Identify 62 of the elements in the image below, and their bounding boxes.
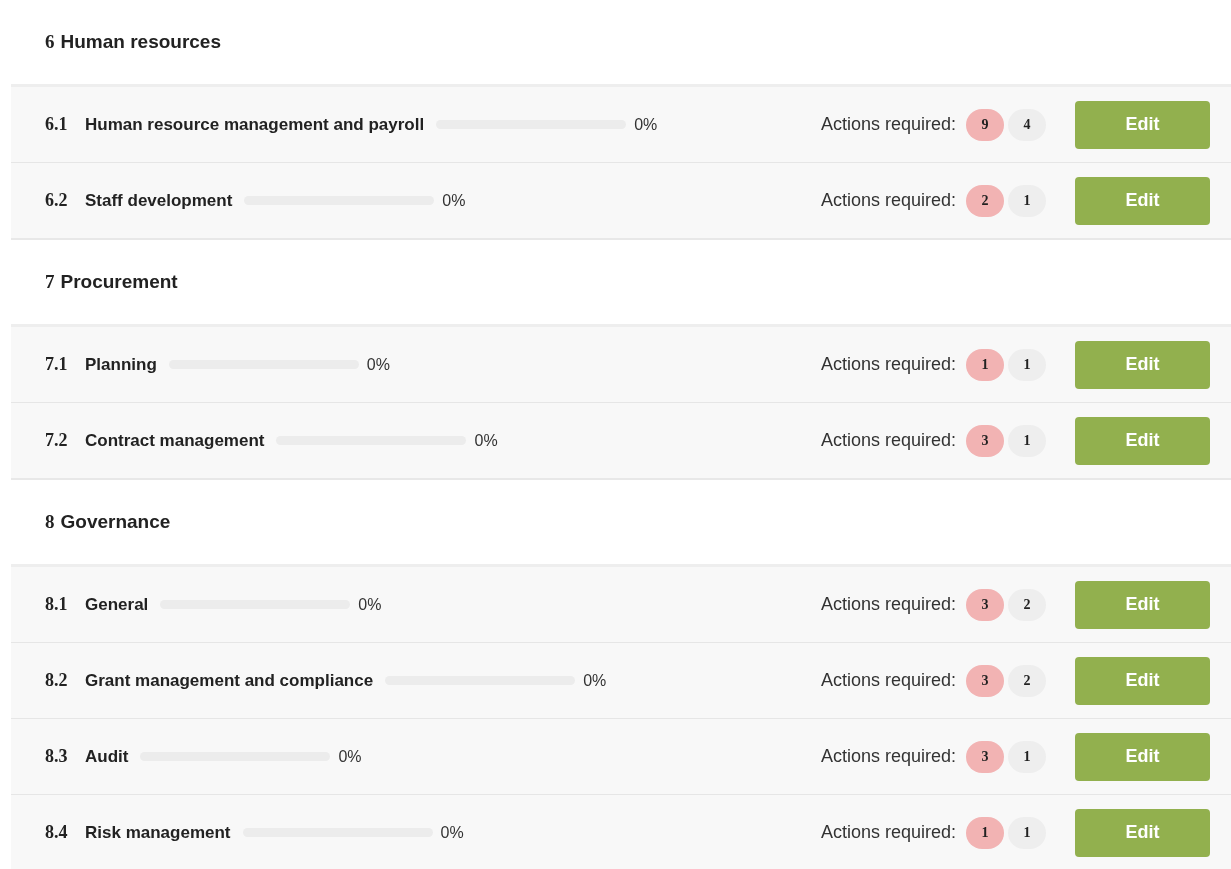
count-badge: 3 <box>966 424 1004 457</box>
item-title: Human resource management and payroll <box>85 114 425 135</box>
item-number: 8.1 <box>45 594 69 615</box>
item-title: Staff development <box>85 190 233 211</box>
section-number: 8 <box>45 511 55 533</box>
progress-percent: 0% <box>440 823 464 842</box>
actions-label: Actions required: <box>820 746 956 767</box>
actions-label: Actions required: <box>820 594 956 615</box>
progress-percent: 0% <box>442 191 466 210</box>
actions-label: Actions required: <box>820 822 956 843</box>
item-title: Planning <box>85 354 157 375</box>
count-badge: 3 <box>966 588 1004 621</box>
actions-label: Actions required: <box>820 190 956 211</box>
item-number: 7.2 <box>45 430 69 451</box>
actions-label: Actions required: <box>820 670 956 691</box>
section-title: Human resources <box>60 31 221 53</box>
actions-label: Actions required: <box>820 354 956 375</box>
section-number: 7 <box>45 271 55 293</box>
actions-label: Actions required: <box>820 430 956 451</box>
count-badge: 9 <box>966 108 1004 141</box>
count-badge: 1 <box>1008 816 1046 849</box>
item-number: 8.2 <box>45 670 69 691</box>
section-title: Governance <box>60 511 171 533</box>
count-badge: 2 <box>1008 664 1046 697</box>
item-number: 6.1 <box>45 114 69 135</box>
edit-button[interactable]: Edit <box>1075 416 1210 465</box>
item-number: 8.4 <box>45 822 69 843</box>
count-badge: 3 <box>966 664 1004 697</box>
count-badge: 1 <box>966 348 1004 381</box>
item-number: 6.2 <box>45 190 69 211</box>
progress-percent: 0% <box>366 355 390 374</box>
count-badge: 1 <box>1008 424 1046 457</box>
item-title: Grant management and compliance <box>85 670 374 691</box>
progress-percent: 0% <box>338 747 362 766</box>
item-number: 8.3 <box>45 746 69 767</box>
count-badge: 2 <box>966 184 1004 217</box>
actions-label: Actions required: <box>820 114 956 135</box>
count-badge: 4 <box>1008 108 1046 141</box>
item-title: Audit <box>85 746 129 767</box>
progress-percent: 0% <box>358 595 382 614</box>
item-title: Risk management <box>85 822 231 843</box>
edit-button[interactable]: Edit <box>1075 176 1210 225</box>
edit-button[interactable]: Edit <box>1075 340 1210 389</box>
edit-button[interactable]: Edit <box>1075 808 1210 857</box>
item-title: Contract management <box>85 430 265 451</box>
progress-percent: 0% <box>583 671 607 690</box>
count-badge: 1 <box>966 816 1004 849</box>
section-number: 6 <box>45 31 55 53</box>
count-badge: 1 <box>1008 184 1046 217</box>
count-badge: 2 <box>1008 588 1046 621</box>
item-title: General <box>85 594 149 615</box>
section-title: Procurement <box>60 271 178 293</box>
edit-button[interactable]: Edit <box>1075 100 1210 149</box>
count-badge: 1 <box>1008 348 1046 381</box>
count-badge: 3 <box>966 740 1004 773</box>
edit-button[interactable]: Edit <box>1075 656 1210 705</box>
progress-percent: 0% <box>474 431 498 450</box>
progress-percent: 0% <box>634 115 658 134</box>
edit-button[interactable]: Edit <box>1075 580 1210 629</box>
edit-button[interactable]: Edit <box>1075 732 1210 781</box>
item-number: 7.1 <box>45 354 69 375</box>
count-badge: 1 <box>1008 740 1046 773</box>
